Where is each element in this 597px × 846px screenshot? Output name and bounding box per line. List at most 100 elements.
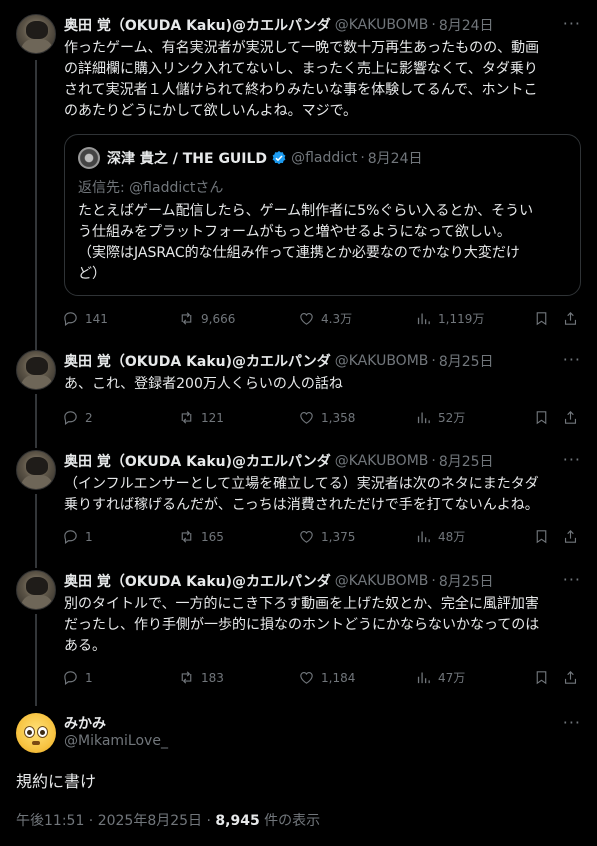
retweet-button[interactable]: 121 (178, 409, 224, 426)
reply-button[interactable]: 1 (62, 669, 93, 686)
share-button[interactable] (562, 669, 585, 686)
share-button[interactable] (562, 528, 585, 545)
retweet-icon (181, 530, 192, 543)
tweet-line: のあたりどうにかして欲しいんよね。マジで。 (64, 103, 358, 119)
views-button[interactable]: 48万 (415, 528, 465, 545)
replies-count: 141 (85, 311, 108, 326)
tweet-date[interactable]: 8月24日 (439, 15, 494, 35)
tweet-actions: 1 165 1,375 48万 (62, 528, 582, 548)
bookmark-button[interactable] (533, 528, 556, 545)
reply-icon (64, 671, 77, 686)
tweet-header: 奥田 覚（OKUDA Kaku)@カエルパンダ @KAKUBOMB · 8月25… (64, 351, 494, 371)
quote-header: 深津 貴之 / THE GUILD @fladdict · 8月24日 (107, 148, 423, 168)
views-button[interactable]: 52万 (415, 409, 465, 426)
like-button[interactable]: 1,375 (298, 528, 355, 545)
bookmark-icon (536, 411, 547, 425)
bookmark-button[interactable] (533, 669, 556, 686)
author-name[interactable]: 奥田 覚（OKUDA Kaku)@カエルパンダ (64, 15, 331, 35)
like-button[interactable]: 4.3万 (298, 310, 352, 327)
avatar[interactable] (16, 570, 56, 610)
tweet-header: 奥田 覚（OKUDA Kaku)@カエルパンダ @KAKUBOMB · 8月24… (64, 15, 494, 35)
quote-author-handle: @fladdict (291, 150, 358, 166)
tweet-header: 奥田 覚（OKUDA Kaku)@カエルパンダ @KAKUBOMB · 8月25… (64, 451, 494, 471)
view-suffix: 件の表示 (259, 813, 321, 829)
like-icon (300, 411, 313, 424)
retweets-count: 165 (201, 529, 224, 544)
more-options-button[interactable]: ··· (563, 570, 581, 589)
verified-badge-icon (272, 151, 286, 165)
main-author-name[interactable]: みかみ (64, 713, 106, 733)
replies-count: 1 (85, 670, 93, 685)
retweet-icon (181, 312, 192, 325)
views-button[interactable]: 1,119万 (415, 310, 484, 327)
replies-count: 1 (85, 529, 93, 544)
share-icon (564, 411, 577, 424)
tweet-header: 奥田 覚（OKUDA Kaku)@カエルパンダ @KAKUBOMB · 8月25… (64, 571, 494, 591)
tweet-actions: 1 183 1,184 47万 (62, 669, 582, 689)
views-icon (417, 672, 430, 684)
quote-line: たとえばゲーム配信したら、ゲーム制作者に5%ぐらい入るとか、そうい (78, 203, 534, 219)
more-options-button[interactable]: ··· (563, 450, 581, 469)
like-icon (300, 530, 313, 543)
author-handle[interactable]: @KAKUBOMB (335, 573, 429, 589)
retweet-icon (181, 411, 192, 424)
timestamp[interactable]: 午後11:51 · 2025年8月25日 · (16, 813, 215, 829)
share-button[interactable] (562, 310, 585, 327)
views-icon (417, 412, 430, 424)
reply-button[interactable]: 1 (62, 528, 93, 545)
separator-dot: · (431, 573, 436, 589)
views-button[interactable]: 47万 (415, 669, 465, 686)
author-name[interactable]: 奥田 覚（OKUDA Kaku)@カエルパンダ (64, 451, 331, 471)
tweet-line: の詳細欄に購入リンク入れてないし、まったく売上に影響なくて、タダ乗り (64, 61, 538, 77)
likes-count: 1,375 (321, 529, 356, 544)
views-count: 1,119万 (438, 312, 485, 326)
share-button[interactable] (562, 409, 585, 426)
tweet-text: （インフルエンサーとして立場を確立してる）実況者は次のネタにまたタダ 乗りすれば… (64, 474, 584, 516)
retweet-button[interactable]: 165 (178, 528, 224, 545)
author-handle[interactable]: @KAKUBOMB (335, 17, 429, 33)
like-button[interactable]: 1,358 (298, 409, 355, 426)
bookmark-icon (536, 671, 547, 685)
separator-dot: · (431, 353, 436, 369)
tweet-line: あ、これ、登録者200万人くらいの人の話ね (64, 376, 343, 392)
main-tweet-text: 規約に書け (16, 772, 97, 791)
likes-count: 1,184 (321, 670, 356, 685)
author-name[interactable]: 奥田 覚（OKUDA Kaku)@カエルパンダ (64, 571, 331, 591)
more-options-button[interactable]: ··· (563, 14, 581, 33)
author-handle[interactable]: @KAKUBOMB (335, 353, 429, 369)
share-icon (564, 312, 577, 325)
tweet-actions: 141 9,666 4.3万 1,119万 (62, 310, 582, 330)
tweet-date[interactable]: 8月25日 (439, 571, 494, 591)
reply-icon (64, 312, 77, 327)
tweet-date[interactable]: 8月25日 (439, 451, 494, 471)
reply-icon (64, 411, 77, 426)
thread-line (35, 60, 37, 350)
avatar[interactable] (16, 14, 56, 54)
author-name[interactable]: 奥田 覚（OKUDA Kaku)@カエルパンダ (64, 351, 331, 371)
more-options-button[interactable]: ··· (563, 350, 581, 369)
reply-button[interactable]: 141 (62, 310, 108, 327)
avatar[interactable] (16, 713, 56, 753)
retweets-count: 9,666 (201, 311, 236, 326)
avatar[interactable] (16, 450, 56, 490)
quote-author-name: 深津 貴之 / THE GUILD (107, 151, 268, 167)
avatar[interactable] (16, 350, 56, 390)
main-author-handle[interactable]: @MikamiLove_ (64, 733, 168, 749)
bookmark-icon (536, 530, 547, 544)
retweet-button[interactable]: 183 (178, 669, 224, 686)
quoted-tweet-card[interactable]: 深津 貴之 / THE GUILD @fladdict · 8月24日 返信先:… (64, 134, 581, 296)
separator-dot: · (431, 17, 436, 33)
emoji-eye (24, 726, 35, 738)
like-button[interactable]: 1,184 (298, 669, 355, 686)
bookmark-button[interactable] (533, 310, 556, 327)
separator-dot: · (360, 150, 365, 166)
bookmark-icon (536, 312, 547, 326)
reply-button[interactable]: 2 (62, 409, 93, 426)
bookmark-button[interactable] (533, 409, 556, 426)
tweet-metadata: 午後11:51 · 2025年8月25日 · 8,945 件の表示 (16, 810, 320, 830)
tweet-date[interactable]: 8月25日 (439, 351, 494, 371)
author-handle[interactable]: @KAKUBOMB (335, 453, 429, 469)
tweet-text: 別のタイトルで、一方的にこき下ろす動画を上げた奴とか、完全に風評加害 だったし、… (64, 594, 584, 657)
retweet-button[interactable]: 9,666 (178, 310, 235, 327)
more-options-button[interactable]: ··· (563, 713, 581, 732)
